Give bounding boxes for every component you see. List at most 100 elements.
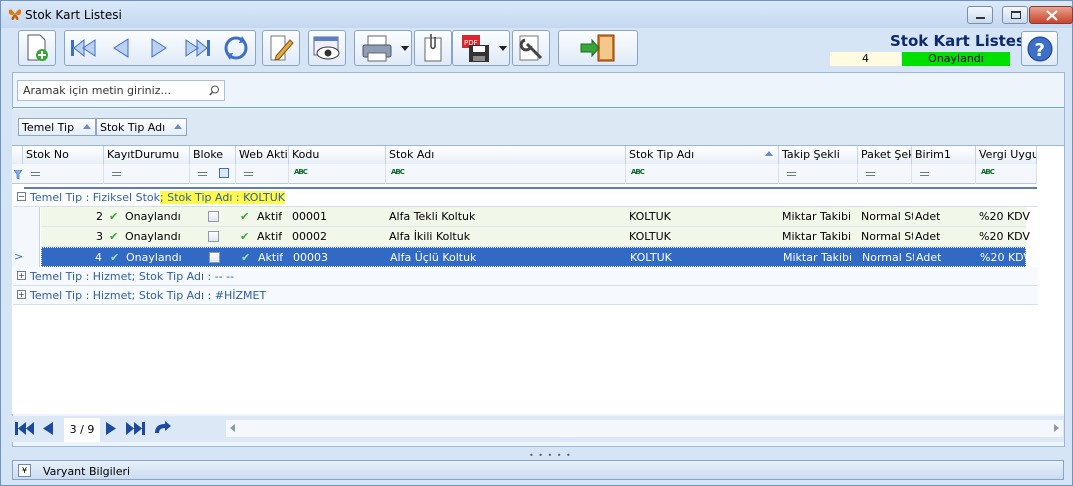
close-button[interactable] <box>1029 6 1073 24</box>
help-button[interactable]: ? <box>1021 31 1058 66</box>
variant-panel-bar[interactable]: ¥ Varyant Bilgileri <box>12 460 1064 480</box>
print-dropdown-arrow[interactable] <box>401 46 409 51</box>
filter-cell-birim1[interactable] <box>912 164 976 184</box>
close-icon <box>1046 10 1058 21</box>
attach-button[interactable] <box>414 30 452 66</box>
pager-first-icon[interactable] <box>15 422 34 435</box>
edit-button[interactable] <box>262 30 300 66</box>
refresh-icon[interactable] <box>222 34 250 62</box>
filter-cell-web-aktif[interactable] <box>236 164 289 184</box>
exit-door-icon <box>580 34 615 62</box>
column-header-bloke[interactable]: Bloke <box>190 146 236 164</box>
row-indicator-selected[interactable]: > <box>12 247 40 267</box>
cell-birim1: Adet <box>915 230 941 243</box>
scroll-right-icon[interactable] <box>1054 424 1059 432</box>
maximize-button[interactable] <box>1002 6 1028 24</box>
divider <box>13 107 1064 108</box>
cell-stok-adi: Alfa İkili Koltuk <box>389 230 471 243</box>
equals-icon <box>866 172 875 176</box>
column-header-vergi-uygul[interactable]: Vergi Uygul <box>976 146 1037 164</box>
prev-icon[interactable] <box>110 37 132 59</box>
column-header-birim1[interactable]: Birim1 <box>912 146 976 164</box>
svg-text:?: ? <box>1035 40 1045 61</box>
horizontal-scrollbar[interactable] <box>226 420 1063 437</box>
minimize-button[interactable] <box>967 6 993 24</box>
status-badge: Onaylandı <box>902 52 1010 66</box>
cell-paket-sekli: Normal Sto <box>862 251 914 264</box>
cell-birim1: Adet <box>915 210 941 223</box>
new-record-button[interactable] <box>18 30 56 66</box>
row-indicator[interactable] <box>12 227 40 247</box>
cell-kodu: 00003 <box>293 251 328 264</box>
first-icon[interactable] <box>69 37 97 59</box>
column-header-takip-sekli[interactable]: Takip Şekli <box>779 146 858 164</box>
filter-cell-stok-tip-adi[interactable]: ABC <box>626 164 779 184</box>
expand-icon[interactable]: + <box>17 271 26 280</box>
text-filter-icon: ABC <box>631 168 645 176</box>
navigation-group <box>64 30 256 66</box>
row-indicator[interactable] <box>12 207 40 227</box>
column-header-kodu[interactable]: Kodu <box>289 146 386 164</box>
cell-takip-sekli: Miktar Takibi <box>782 210 852 223</box>
pager-next-icon[interactable] <box>106 422 116 435</box>
settings-button[interactable] <box>512 30 550 66</box>
bloke-checkbox[interactable] <box>208 211 219 222</box>
main-window: Stok Kart Listesi PDF Stok Kart Listesi … <box>0 0 1073 486</box>
group-chip-temel-tip[interactable]: Temel Tip <box>18 118 96 136</box>
cell-birim1: Adet <box>916 251 942 264</box>
table-row[interactable]: 2 ✔ Onaylandı ✔ Aktif 00001 Alfa Tekli K… <box>41 207 1030 227</box>
expand-panel-icon[interactable]: ¥ <box>18 464 31 477</box>
check-icon: ✔ <box>240 230 250 243</box>
bloke-checkbox[interactable] <box>209 252 220 263</box>
filter-cell-stok-no[interactable] <box>23 164 104 184</box>
cell-kayit-durumu: Onaylandı <box>125 210 181 223</box>
collapse-icon[interactable]: − <box>17 192 26 201</box>
cell-takip-sekli: Miktar Takibi <box>782 230 852 243</box>
filter-cell-bloke[interactable] <box>190 164 236 184</box>
export-pdf-button[interactable]: PDF <box>452 30 510 66</box>
filter-cell-stok-adi[interactable]: ABC <box>386 164 626 184</box>
pager-prev-icon[interactable] <box>43 422 53 435</box>
pager-last-icon[interactable] <box>126 422 146 435</box>
bloke-checkbox[interactable] <box>208 231 219 242</box>
group-chip-stok-tip-adi[interactable]: Stok Tip Adı <box>96 118 187 136</box>
column-header-kayit-durumu[interactable]: KayıtDurumu <box>104 146 190 164</box>
equals-icon <box>920 172 929 176</box>
group-label: Temel Tip : Hizmet; Stok Tip Adı : -- -- <box>30 270 235 283</box>
search-icon[interactable] <box>209 85 220 96</box>
group-row[interactable]: + Temel Tip : Hizmet; Stok Tip Adı : #Hİ… <box>13 286 1038 305</box>
splitter-grip[interactable]: • • • • • <box>529 451 572 460</box>
column-header-stok-tip-adi[interactable]: Stok Tip Adı <box>626 146 779 164</box>
filter-cell-paket-sekli[interactable] <box>858 164 912 184</box>
last-icon[interactable] <box>184 37 212 59</box>
column-header-stok-no[interactable]: Stok No <box>23 146 104 164</box>
export-dropdown-arrow[interactable] <box>499 46 507 51</box>
search-input[interactable]: Aramak için metin giriniz... <box>17 80 225 101</box>
scroll-left-icon[interactable] <box>230 424 235 432</box>
print-button[interactable] <box>354 30 412 66</box>
table-row[interactable]: 3 ✔ Onaylandı ✔ Aktif 00002 Alfa İkili K… <box>41 227 1030 247</box>
check-icon: ✔ <box>110 251 120 264</box>
pager-refresh-icon[interactable] <box>153 421 173 436</box>
exit-button[interactable] <box>558 30 638 66</box>
filter-cell-vergi-uygul[interactable]: ABC <box>976 164 1037 184</box>
expand-icon[interactable]: + <box>17 290 26 299</box>
filter-cell-kodu[interactable]: ABC <box>289 164 386 184</box>
column-header-web-aktif[interactable]: Web Aktif <box>236 146 289 164</box>
equals-icon <box>244 172 253 176</box>
group-chip-label: Temel Tip <box>22 121 75 134</box>
column-header-stok-adi[interactable]: Stok Adı <box>386 146 626 164</box>
table-row-selected[interactable]: 4 ✔ Onaylandı ✔ Aktif 00003 Alfa Üçlü Ko… <box>41 247 1031 267</box>
page-title: Stok Kart Listesi <box>890 32 1031 50</box>
preview-button[interactable] <box>308 30 346 66</box>
equals-icon <box>198 172 207 176</box>
filter-cell-takip-sekli[interactable] <box>779 164 858 184</box>
column-header-paket-sekli[interactable]: Paket Şekl <box>858 146 912 164</box>
filter-cell-kayit-durumu[interactable] <box>104 164 190 184</box>
group-row[interactable]: − Temel Tip : Fiziksel Stok; Stok Tip Ad… <box>13 188 1038 207</box>
next-icon[interactable] <box>148 37 170 59</box>
cell-vergi-uygul: %20 KDV <box>979 210 1030 223</box>
group-row[interactable]: + Temel Tip : Hizmet; Stok Tip Adı : -- … <box>13 267 1038 286</box>
eye-icon <box>313 36 340 60</box>
cell-paket-sekli: Normal Sto <box>861 210 913 223</box>
